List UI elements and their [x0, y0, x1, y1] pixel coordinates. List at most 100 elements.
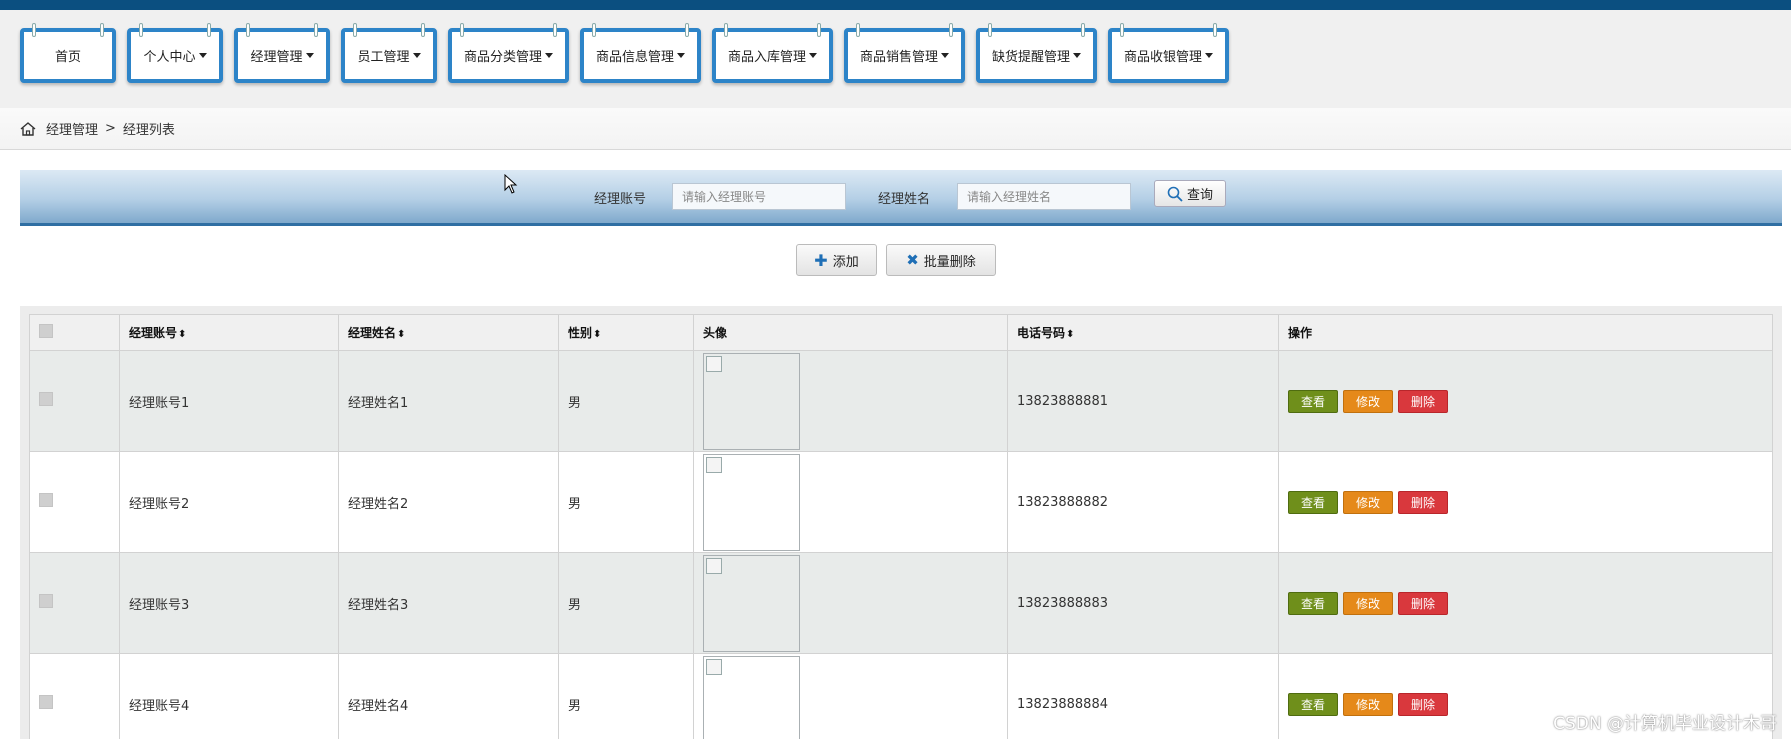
binder-ring-icon [949, 23, 953, 37]
delete-button[interactable]: 删除 [1398, 692, 1448, 716]
row-select-cell [29, 451, 120, 553]
table-row: 经理账号1 经理姓名1 男 13823888881 查看 修改 删除 [29, 350, 1773, 452]
avatar [703, 352, 800, 450]
avatar [703, 655, 800, 739]
nav-item-category-management[interactable]: 商品分类管理 [448, 23, 569, 83]
avatar-cell [693, 653, 1008, 739]
nav-item-label: 经理管理 [250, 50, 303, 65]
header-account[interactable]: 经理账号⬍ [119, 314, 339, 351]
breadcrumb-separator: > [105, 121, 116, 136]
nav-item-label: 商品信息管理 [595, 50, 674, 65]
broken-image-icon [706, 456, 722, 473]
view-button[interactable]: 查看 [1288, 490, 1338, 514]
table-row: 经理账号4 经理姓名4 男 13823888884 查看 修改 删除 [29, 653, 1773, 739]
sort-icon[interactable]: ⬍ [178, 329, 186, 340]
manager-table: 经理账号⬍ 经理姓名⬍ 性别⬍ 头像 电话号码⬍ 操作 经理账号1 经理姓名1 … [29, 314, 1773, 739]
nav-item-product-info-management[interactable]: 商品信息管理 [580, 23, 701, 83]
avatar [703, 554, 800, 652]
broken-image-icon [706, 658, 722, 675]
nav-item-sales-management[interactable]: 商品销售管理 [844, 23, 965, 83]
operations-cell: 查看 修改 删除 [1278, 451, 1773, 553]
phone-cell: 13823888883 [1007, 552, 1279, 654]
binder-ring-icon [32, 23, 36, 37]
name-cell: 经理姓名4 [338, 653, 559, 739]
delete-button[interactable]: 删除 [1398, 389, 1448, 413]
table-container: 经理账号⬍ 经理姓名⬍ 性别⬍ 头像 电话号码⬍ 操作 经理账号1 经理姓名1 … [20, 306, 1782, 739]
name-label: 经理姓名 [878, 192, 931, 207]
binder-ring-icon [1213, 23, 1217, 37]
gender-cell: 男 [558, 350, 694, 452]
nav-item-label: 商品分类管理 [463, 50, 542, 65]
account-label: 经理账号 [594, 192, 647, 207]
breadcrumb: 经理管理 > 经理列表 [0, 108, 1791, 150]
binder-ring-icon [724, 23, 728, 37]
header-gender[interactable]: 性别⬍ [558, 314, 694, 351]
nav-item-label: 缺货提醒管理 [991, 50, 1070, 65]
binder-ring-icon [314, 23, 318, 37]
table-row: 经理账号3 经理姓名3 男 13823888883 查看 修改 删除 [29, 552, 1773, 654]
account-search-input[interactable] [672, 183, 846, 210]
batch-delete-button-label: 批量删除 [923, 254, 976, 270]
breadcrumb-parent[interactable]: 经理管理 [46, 119, 98, 138]
sort-icon[interactable]: ⬍ [1066, 329, 1074, 340]
name-search-input[interactable] [957, 183, 1131, 210]
select-all-checkbox[interactable] [39, 324, 53, 338]
edit-button[interactable]: 修改 [1343, 490, 1393, 514]
sort-icon[interactable]: ⬍ [397, 329, 405, 340]
edit-button[interactable]: 修改 [1343, 389, 1393, 413]
chevron-down-icon [941, 53, 949, 58]
avatar-cell [693, 451, 1008, 553]
chevron-down-icon [677, 53, 685, 58]
binder-ring-icon [353, 23, 357, 37]
row-checkbox[interactable] [39, 695, 53, 709]
batch-delete-button[interactable]: ✖ 批量删除 [886, 244, 996, 276]
nav-item-label: 商品销售管理 [859, 50, 938, 65]
row-checkbox[interactable] [39, 392, 53, 406]
binder-ring-icon [856, 23, 860, 37]
add-button[interactable]: ✚ 添加 [796, 244, 877, 276]
nav-item-personal-center[interactable]: 个人中心 [127, 23, 223, 83]
chevron-down-icon [545, 53, 553, 58]
nav-item-stock-in-management[interactable]: 商品入库管理 [712, 23, 833, 83]
operations-cell: 查看 修改 删除 [1278, 552, 1773, 654]
home-icon[interactable] [20, 121, 36, 136]
delete-button[interactable]: 删除 [1398, 490, 1448, 514]
header-phone[interactable]: 电话号码⬍ [1007, 314, 1279, 351]
query-button[interactable]: 查询 [1154, 180, 1226, 207]
header-name[interactable]: 经理姓名⬍ [338, 314, 559, 351]
binder-ring-icon [421, 23, 425, 37]
view-button[interactable]: 查看 [1288, 389, 1338, 413]
close-icon: ✖ [906, 251, 919, 269]
top-navigation: 首页 个人中心 经理管理 员工管理 商品分类管理 商品信息管理 商品入库管理 商… [0, 10, 1791, 108]
delete-button[interactable]: 删除 [1398, 591, 1448, 615]
binder-ring-icon [592, 23, 596, 37]
nav-item-shortage-alert-management[interactable]: 缺货提醒管理 [976, 23, 1097, 83]
binder-ring-icon [988, 23, 992, 37]
sort-icon[interactable]: ⬍ [593, 329, 601, 340]
chevron-down-icon [1073, 53, 1081, 58]
account-cell: 经理账号3 [119, 552, 339, 654]
account-cell: 经理账号2 [119, 451, 339, 553]
nav-item-label: 首页 [54, 50, 81, 65]
top-bar [0, 0, 1791, 10]
nav-item-home[interactable]: 首页 [20, 23, 116, 83]
nav-item-staff-management[interactable]: 员工管理 [341, 23, 437, 83]
row-checkbox[interactable] [39, 493, 53, 507]
edit-button[interactable]: 修改 [1343, 692, 1393, 716]
gender-cell: 男 [558, 653, 694, 739]
nav-item-cashier-management[interactable]: 商品收银管理 [1108, 23, 1229, 83]
edit-button[interactable]: 修改 [1343, 591, 1393, 615]
add-button-label: 添加 [832, 254, 859, 270]
query-button-label: 查询 [1186, 188, 1213, 203]
chevron-down-icon [412, 53, 421, 58]
row-select-cell [29, 552, 120, 654]
avatar-cell [693, 552, 1008, 654]
nav-menu: 首页 个人中心 经理管理 员工管理 商品分类管理 商品信息管理 商品入库管理 商… [20, 23, 1229, 83]
nav-item-manager-management[interactable]: 经理管理 [234, 23, 330, 83]
view-button[interactable]: 查看 [1288, 692, 1338, 716]
row-checkbox[interactable] [39, 594, 53, 608]
chevron-down-icon [305, 53, 314, 58]
view-button[interactable]: 查看 [1288, 591, 1338, 615]
search-bar: 经理账号 经理姓名 查询 [20, 170, 1782, 226]
avatar [703, 453, 800, 551]
